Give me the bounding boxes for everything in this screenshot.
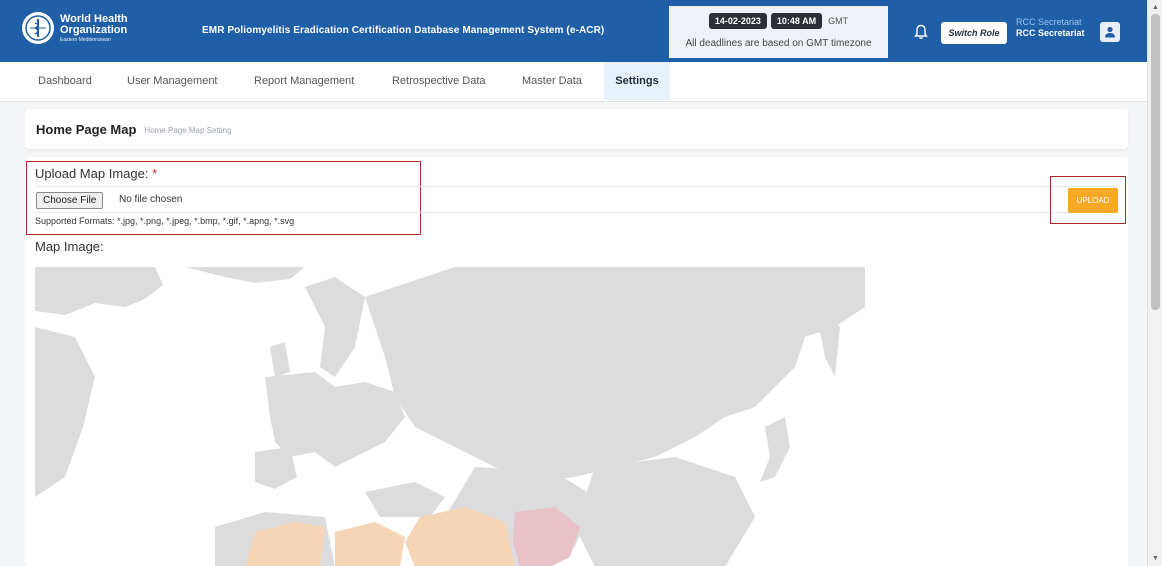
switch-role-button[interactable]: Switch Role xyxy=(941,22,1007,44)
page-scrollbar[interactable]: ▲ ▼ xyxy=(1147,0,1162,566)
user-icon xyxy=(1105,26,1115,38)
main-nav: Dashboard User Management Report Managem… xyxy=(0,62,1147,102)
user-name: RCC Secretariat xyxy=(1016,27,1085,38)
required-mark: * xyxy=(152,166,158,181)
who-emblem-icon xyxy=(22,12,54,44)
scroll-thumb[interactable] xyxy=(1151,14,1160,310)
nav-retrospective-data[interactable]: Retrospective Data xyxy=(384,62,494,100)
app-header: World Health Organization Eastern Medite… xyxy=(0,0,1147,62)
nav-settings[interactable]: Settings xyxy=(604,62,670,100)
timezone-label: GMT xyxy=(828,16,849,26)
nav-user-management[interactable]: User Management xyxy=(119,62,226,100)
nav-dashboard[interactable]: Dashboard xyxy=(30,62,100,100)
no-file-text: No file chosen xyxy=(119,194,183,205)
avatar[interactable] xyxy=(1100,22,1120,42)
user-role: RCC Secretariat xyxy=(1016,17,1082,27)
map-image xyxy=(35,267,865,566)
upload-label: Upload Map Image: * xyxy=(35,166,157,181)
page-title: Home Page Map xyxy=(36,121,137,137)
scroll-down-icon[interactable]: ▼ xyxy=(1151,554,1160,563)
supported-formats: Supported Formats: *.jpg, *.png, *.jpeg,… xyxy=(35,216,295,226)
nav-report-management[interactable]: Report Management xyxy=(246,62,362,100)
upload-label-text: Upload Map Image: xyxy=(35,166,149,181)
upload-button[interactable]: UPLOAD xyxy=(1068,188,1118,213)
map-label: Map Image: xyxy=(35,239,104,254)
main-card: Upload Map Image: * Choose File No file … xyxy=(25,157,1128,566)
file-input-row xyxy=(35,186,1117,213)
logo-line-3: Eastern Mediterranean xyxy=(60,36,111,43)
bell-icon[interactable] xyxy=(914,24,928,40)
choose-file-button[interactable]: Choose File xyxy=(36,192,104,209)
who-logo: World Health Organization Eastern Medite… xyxy=(22,12,128,44)
time-panel: 14-02-2023 10:48 AM GMT All deadlines ar… xyxy=(669,6,888,58)
user-info: RCC Secretariat RCC Secretariat xyxy=(1016,17,1085,39)
breadcrumb-sub: Home Page Map Setting xyxy=(144,125,232,135)
logo-line-1: World Health xyxy=(60,12,128,25)
app-title: EMR Poliomyelitis Eradication Certificat… xyxy=(202,25,605,36)
deadline-note: All deadlines are based on GMT timezone xyxy=(685,38,872,49)
date-badge: 14-02-2023 xyxy=(708,13,767,29)
time-badge: 10:48 AM xyxy=(770,13,823,29)
nav-master-data[interactable]: Master Data xyxy=(514,62,590,100)
logo-line-2: Organization xyxy=(60,23,128,36)
scroll-up-icon[interactable]: ▲ xyxy=(1151,3,1160,12)
breadcrumb: Home Page Map Home Page Map Setting xyxy=(25,109,1128,149)
